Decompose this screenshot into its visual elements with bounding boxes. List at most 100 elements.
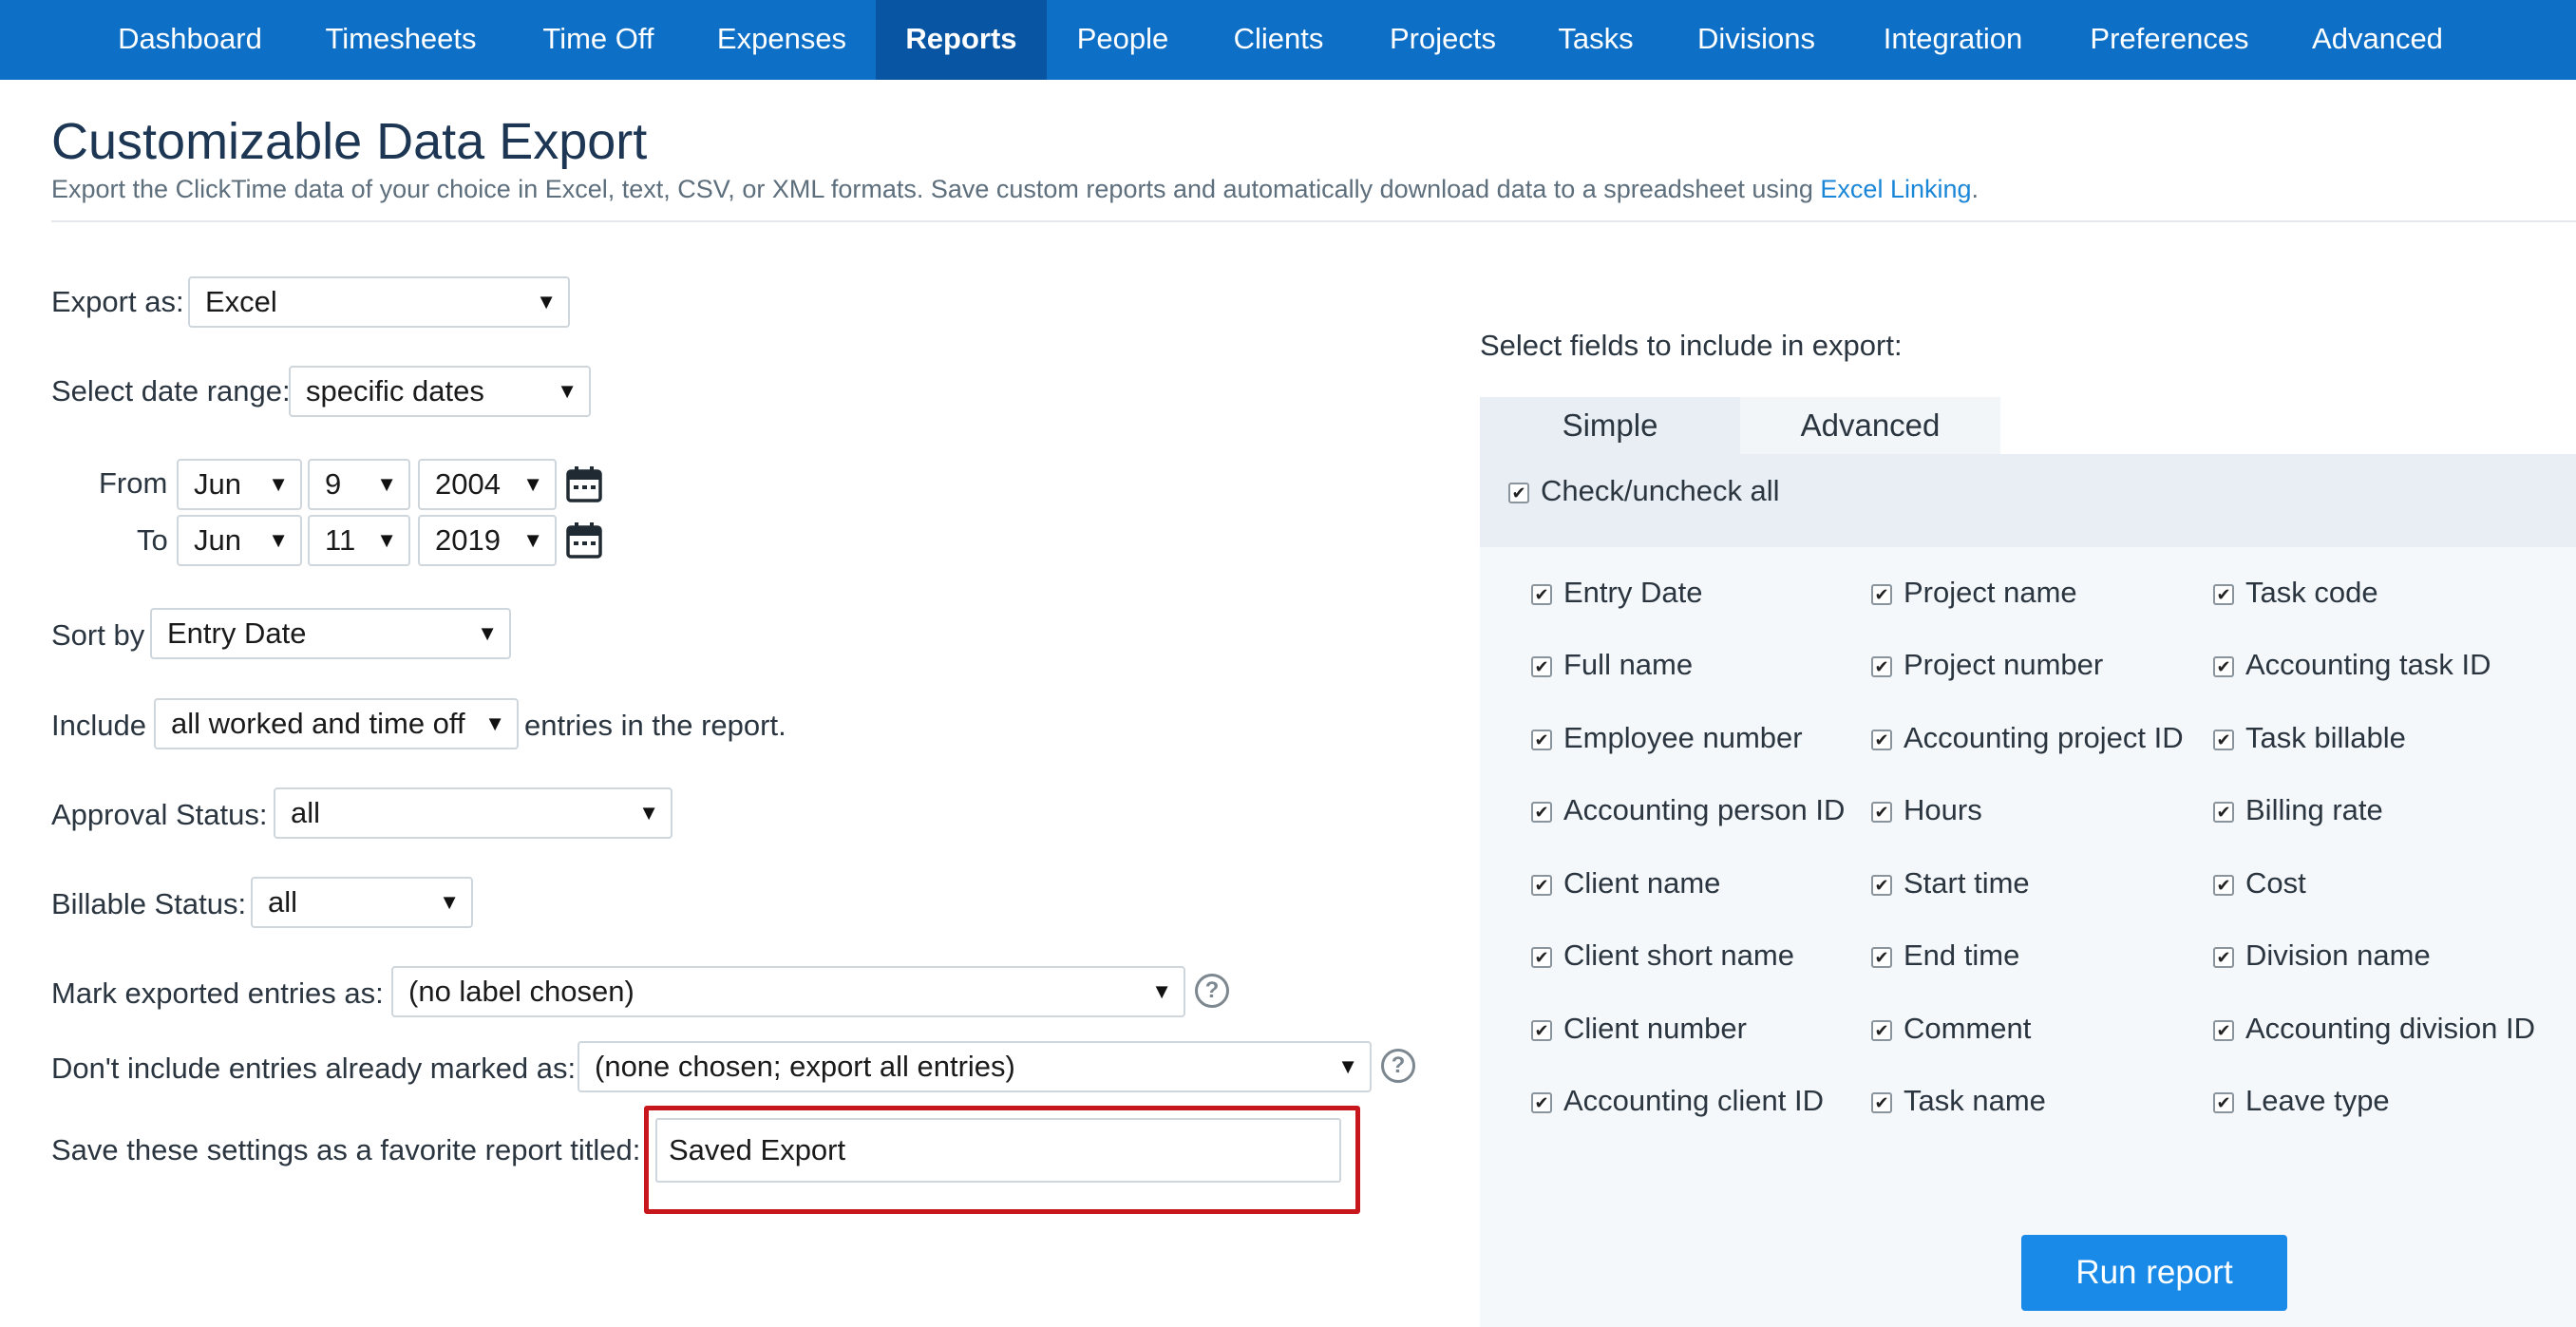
field-label: Cost <box>2245 866 2306 900</box>
report-title-input[interactable]: Saved Export <box>655 1118 1341 1183</box>
field-label: Division name <box>2245 938 2431 972</box>
caret-down-icon: ▼ <box>477 621 498 645</box>
help-icon[interactable]: ? <box>1381 1049 1415 1083</box>
from-month-select[interactable]: Jun ▼ <box>177 459 302 510</box>
caret-down-icon: ▼ <box>557 379 578 403</box>
export-as-select[interactable]: Excel ▼ <box>188 276 570 328</box>
field-checkbox[interactable]: ✔ <box>1871 730 1892 750</box>
nav-expenses[interactable]: Expenses <box>705 0 859 80</box>
field-checkbox[interactable]: ✔ <box>1531 1020 1552 1041</box>
field-label: Accounting person ID <box>1563 793 1846 826</box>
include-select[interactable]: all worked and time off ▼ <box>154 698 519 749</box>
field-label: Task billable <box>2245 721 2406 754</box>
field-label: Billing rate <box>2245 793 2383 826</box>
field-label: Entry Date <box>1563 576 1703 609</box>
field-label: Accounting project ID <box>1904 721 2184 754</box>
mark-exported-label: Mark exported entries as: <box>51 976 384 1010</box>
to-year-select[interactable]: 2019 ▼ <box>418 515 557 566</box>
field-label: Project name <box>1904 576 2077 609</box>
approval-status-value: all <box>291 796 321 829</box>
field-label: Client short name <box>1563 938 1794 972</box>
dont-include-value: (none chosen; export all entries) <box>595 1050 1015 1083</box>
field-label: Leave type <box>2245 1084 2390 1117</box>
caret-down-icon: ▼ <box>268 528 289 552</box>
nav-preferences[interactable]: Preferences <box>2074 0 2264 80</box>
field-checkbox[interactable]: ✔ <box>1871 1020 1892 1041</box>
help-icon[interactable]: ? <box>1195 974 1229 1008</box>
caret-down-icon: ▼ <box>536 290 557 313</box>
field-checkbox[interactable]: ✔ <box>1871 947 1892 968</box>
field-checkbox[interactable]: ✔ <box>1531 1092 1552 1113</box>
page-title: Customizable Data Export <box>51 113 648 170</box>
calendar-icon[interactable] <box>565 521 603 559</box>
caret-down-icon: ▼ <box>1337 1054 1358 1078</box>
excel-linking-link[interactable]: Excel Linking <box>1820 175 1971 203</box>
nav-time-off[interactable]: Time Off <box>521 0 676 80</box>
nav-projects[interactable]: Projects <box>1375 0 1510 80</box>
caret-down-icon: ▼ <box>376 528 397 552</box>
field-label: Task code <box>2245 576 2378 609</box>
include-value: all worked and time off <box>171 707 465 740</box>
to-day-select[interactable]: 11 ▼ <box>308 515 410 566</box>
check-all-label: Check/uncheck all <box>1541 474 1780 507</box>
field-checkbox[interactable]: ✔ <box>1531 656 1552 677</box>
field-checkbox[interactable]: ✔ <box>2213 875 2234 896</box>
nav-clients[interactable]: Clients <box>1218 0 1339 80</box>
field-checkbox[interactable]: ✔ <box>1531 802 1552 823</box>
field-checkbox[interactable]: ✔ <box>1531 947 1552 968</box>
field-checkbox[interactable]: ✔ <box>2213 802 2234 823</box>
nav-tasks[interactable]: Tasks <box>1546 0 1645 80</box>
field-checkbox[interactable]: ✔ <box>1531 730 1552 750</box>
field-checkbox[interactable]: ✔ <box>2213 730 2234 750</box>
nav-reports[interactable]: Reports <box>876 0 1047 80</box>
from-day-value: 9 <box>325 467 342 501</box>
caret-down-icon: ▼ <box>484 711 505 735</box>
field-checkbox[interactable]: ✔ <box>2213 1020 2234 1041</box>
to-month-select[interactable]: Jun ▼ <box>177 515 302 566</box>
nav-people[interactable]: People <box>1064 0 1182 80</box>
field-checkbox[interactable]: ✔ <box>1871 584 1892 605</box>
check-all-checkbox[interactable]: ✔ <box>1508 483 1529 503</box>
from-year-select[interactable]: 2004 ▼ <box>418 459 557 510</box>
from-year-value: 2004 <box>435 467 501 501</box>
sort-by-value: Entry Date <box>167 616 307 650</box>
tab-simple[interactable]: Simple <box>1480 397 1740 454</box>
top-navigation: Dashboard Timesheets Time Off Expenses R… <box>0 0 2576 80</box>
export-as-value: Excel <box>205 285 277 318</box>
field-checkbox[interactable]: ✔ <box>2213 1092 2234 1113</box>
field-label: Client name <box>1563 866 1721 900</box>
nav-advanced[interactable]: Advanced <box>2301 0 2454 80</box>
header-divider <box>51 220 2576 222</box>
field-checkbox[interactable]: ✔ <box>2213 947 2234 968</box>
save-as-label: Save these settings as a favorite report… <box>51 1133 641 1166</box>
date-range-select[interactable]: specific dates ▼ <box>289 366 591 417</box>
nav-timesheets[interactable]: Timesheets <box>310 0 492 80</box>
field-checkbox[interactable]: ✔ <box>2213 584 2234 605</box>
field-label: Start time <box>1904 866 2030 900</box>
field-label: Accounting client ID <box>1563 1084 1824 1117</box>
nav-divisions[interactable]: Divisions <box>1681 0 1831 80</box>
billable-status-select[interactable]: all ▼ <box>251 877 473 928</box>
approval-status-select[interactable]: all ▼ <box>274 787 672 839</box>
to-day-value: 11 <box>325 523 356 557</box>
dont-include-select[interactable]: (none chosen; export all entries) ▼ <box>578 1041 1372 1092</box>
nav-dashboard[interactable]: Dashboard <box>99 0 281 80</box>
field-checkbox[interactable]: ✔ <box>1531 584 1552 605</box>
mark-exported-select[interactable]: (no label chosen) ▼ <box>391 966 1185 1017</box>
field-checkbox[interactable]: ✔ <box>1871 875 1892 896</box>
field-label: Project number <box>1904 648 2104 681</box>
caret-down-icon: ▼ <box>638 801 659 825</box>
calendar-icon[interactable] <box>565 465 603 503</box>
field-checkbox[interactable]: ✔ <box>1871 802 1892 823</box>
run-report-button[interactable]: Run report <box>2021 1235 2287 1311</box>
tab-advanced[interactable]: Advanced <box>1740 397 2000 454</box>
field-checkbox[interactable]: ✔ <box>1871 656 1892 677</box>
field-checkbox[interactable]: ✔ <box>2213 656 2234 677</box>
field-checkbox[interactable]: ✔ <box>1531 875 1552 896</box>
field-checkbox[interactable]: ✔ <box>1871 1092 1892 1113</box>
from-day-select[interactable]: 9 ▼ <box>308 459 410 510</box>
caret-down-icon: ▼ <box>439 890 460 914</box>
page-description-text: Export the ClickTime data of your choice… <box>51 175 1821 203</box>
sort-by-select[interactable]: Entry Date ▼ <box>150 608 511 659</box>
nav-integration[interactable]: Integration <box>1867 0 2038 80</box>
